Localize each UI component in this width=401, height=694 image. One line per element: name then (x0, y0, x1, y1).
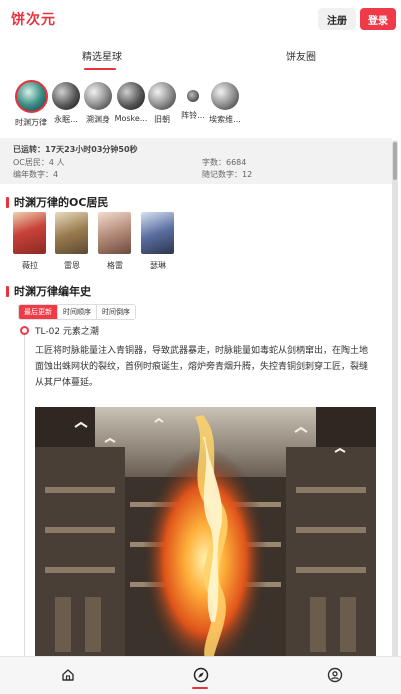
oc-card[interactable]: 瑟琳 (141, 212, 175, 271)
chronicle-count: 编年数字：4 (13, 170, 59, 179)
timeline-line (24, 330, 25, 660)
oc-card[interactable]: 薇拉 (13, 212, 47, 271)
oc-card[interactable]: 格雷 (98, 212, 132, 271)
scrollbar[interactable] (392, 140, 398, 660)
oc-card[interactable]: 雷恩 (55, 212, 89, 271)
oc-section-title-text: 时渊万律的OC居民 (14, 196, 109, 209)
world-orb-image (211, 82, 239, 110)
oc-portrait (141, 212, 174, 254)
note-count: 随记数字：12 (202, 170, 253, 179)
chronicle-section-title-text: 时渊万律编年史 (14, 285, 91, 298)
compass-icon[interactable] (193, 667, 209, 683)
world-item[interactable]: 时渊万律 (11, 80, 51, 128)
world-orb-image (84, 82, 112, 110)
timeline-dot (20, 326, 29, 335)
tab-featured-planets[interactable]: 精选星球 (82, 48, 122, 63)
top-bar: 饼次元 注册 登录 (0, 0, 401, 38)
timeline-entry-title[interactable]: TL-02 元素之潮 (35, 324, 99, 337)
chronicle-section-title: 时渊万律编年史 (6, 283, 91, 299)
oc-count: OC居民：4 人 (13, 158, 65, 167)
world-name: 埃索维... (209, 115, 241, 124)
home-icon-graphic (62, 669, 74, 681)
char-count: 字数：6684 (202, 158, 247, 167)
oc-name: 格雷 (107, 261, 123, 270)
sort-filter-group: 最后更新 时间顺序 时间倒序 (18, 304, 136, 320)
world-orb-image (52, 82, 80, 110)
oc-section-title: 时渊万律的OC居民 (6, 194, 108, 210)
world-item[interactable]: 埃索维... (205, 82, 245, 125)
oc-name: 雷恩 (64, 261, 80, 270)
world-stats-panel: 已运转：17天23小时03分钟50秒 OC居民：4 人 字数：6684 编年数字… (0, 138, 392, 184)
user-icon-graphic (327, 667, 343, 683)
active-nav-indicator (192, 687, 208, 689)
user-icon[interactable] (327, 667, 343, 683)
oc-portrait (13, 212, 46, 254)
timeline-entry-text: 工匠将时脉能量注入青铜器，导致武器暴走，时脉能量如毒蛇从剑柄窜出，在陶土地面蚀出… (35, 346, 369, 388)
compass-icon-graphic (193, 667, 209, 683)
home-icon[interactable] (60, 667, 76, 683)
filter-latest-update[interactable]: 最后更新 (19, 305, 58, 319)
filter-reverse-chronological[interactable]: 时间倒序 (97, 305, 135, 319)
artwork-illustration (35, 407, 376, 659)
app-logo[interactable]: 饼次元 (11, 9, 56, 29)
oc-portrait (98, 212, 131, 254)
world-orb-image (187, 90, 199, 102)
world-carousel: 时渊万律 永眠... 溯渊身 Moske... 旧朝 阵铃... 埃索维... (0, 78, 401, 130)
tab-bar: 精选星球 饼友圈 (0, 38, 401, 70)
oc-name: 瑟琳 (150, 261, 166, 270)
scrollbar-thumb[interactable] (393, 142, 397, 180)
section-marker (6, 196, 9, 208)
tab-friends-circle[interactable]: 饼友圈 (286, 48, 316, 63)
world-orb-image (117, 82, 145, 110)
runtime-label: 已运转：17天23小时03分钟50秒 (13, 145, 138, 154)
world-name: 时渊万律 (15, 118, 47, 127)
active-tab-indicator (84, 68, 116, 70)
timeline-entry-artwork[interactable] (35, 407, 376, 659)
filter-chronological[interactable]: 时间顺序 (58, 305, 97, 319)
section-marker (6, 285, 9, 297)
login-button[interactable]: 注册 (318, 8, 356, 30)
world-orb-image (148, 82, 176, 110)
world-orb-image (14, 80, 48, 113)
bottom-navigation (0, 656, 401, 694)
oc-portrait (55, 212, 88, 254)
oc-name: 薇拉 (22, 261, 38, 270)
register-button[interactable]: 登录 (360, 8, 396, 30)
